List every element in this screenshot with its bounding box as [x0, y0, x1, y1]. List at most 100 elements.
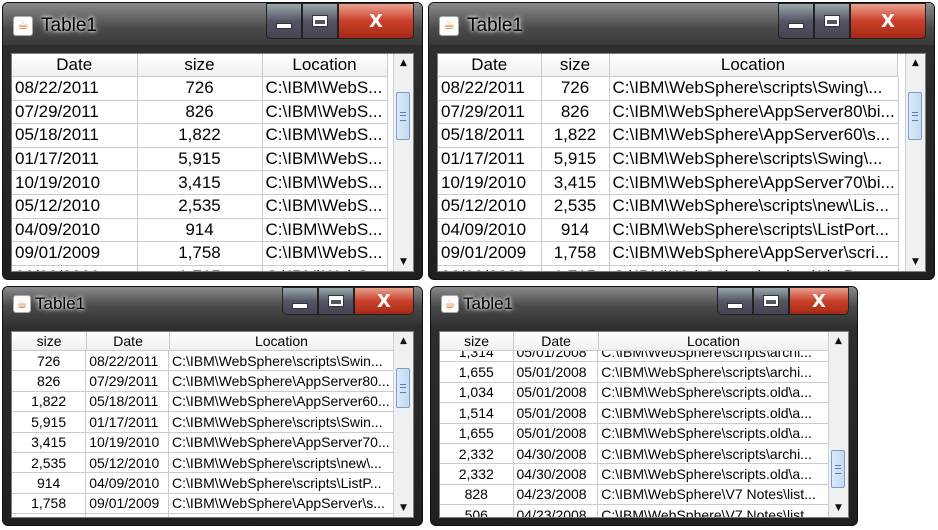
close-button[interactable]: X	[850, 3, 926, 39]
cell-date[interactable]: 05/01/2008	[513, 351, 599, 363]
table-row[interactable]: 1,514 05/01/2008 C:\IBM\WebSphere\scripts.…	[440, 402, 829, 424]
cell-date[interactable]: 08/22/2011	[85, 351, 169, 372]
cell-size[interactable]: 506	[440, 504, 514, 517]
arrow-up-icon[interactable]: ▲	[394, 332, 413, 350]
minimize-button[interactable]	[717, 287, 753, 315]
column-header-size[interactable]: size	[137, 54, 263, 77]
scroll-thumb[interactable]	[396, 92, 410, 140]
table-row[interactable]: 05/18/2011 1,822 C:\IBM\WebSphere\AppServe…	[438, 123, 899, 148]
cell-location[interactable]: C:\IBM\WebSphere\scripts\archi...	[597, 443, 829, 465]
column-header-location[interactable]: Location	[262, 54, 388, 77]
cell-location[interactable]: C:\IBM\WebSphere\V7 Notes\list...	[597, 504, 829, 517]
table-row[interactable]: 2,332 04/30/2008 C:\IBM\WebSphere\scripts\…	[440, 443, 829, 465]
cell-location[interactable]: C:\IBM\WebS...	[262, 77, 388, 101]
cell-date[interactable]: 05/18/2011	[85, 391, 169, 413]
table-row[interactable]: 726 08/22/2011 C:\IBM\WebSphere\scripts\Sw…	[12, 351, 394, 372]
cell-location[interactable]: C:\IBM\WebSphere\V7 Notes\list...	[597, 484, 829, 506]
table-viewport[interactable]: 1,314 05/01/2008 C:\IBM\WebSphere\scripts\…	[440, 351, 829, 517]
cell-size[interactable]: 3,415	[541, 170, 610, 195]
cell-date[interactable]: 07/29/2011	[85, 370, 169, 392]
table-viewport[interactable]: 726 08/22/2011 C:\IBM\WebSphere\scripts\Sw…	[12, 351, 394, 517]
cell-size[interactable]: 1,655	[440, 361, 514, 383]
table-row[interactable]: 826 07/29/2011 C:\IBM\WebSphere\AppServer8…	[12, 370, 394, 392]
arrow-down-icon[interactable]: ▼	[906, 253, 925, 271]
cell-location[interactable]: C:\IBM\WebSphere\AppServer70\bi...	[609, 170, 899, 195]
cell-size[interactable]: 1,034	[440, 382, 514, 404]
cell-location[interactable]: C:\IBM\WebS...	[262, 218, 388, 243]
vertical-scrollbar[interactable]: ▲ ▼	[828, 332, 848, 517]
arrow-down-icon[interactable]: ▼	[394, 499, 413, 517]
cell-size[interactable]: 2,535	[541, 194, 610, 219]
table-row[interactable]: 1,655 05/01/2008 C:\IBM\WebSphere\scripts\…	[440, 361, 829, 383]
table-row[interactable]: 05/18/2011 1,822 C:\IBM\WebS...	[12, 123, 388, 148]
cell-size[interactable]: 1,822	[12, 391, 87, 413]
cell-size[interactable]: 726	[12, 351, 87, 372]
cell-location[interactable]: C:\IBM\WebSphere\AppServer70...	[168, 432, 394, 453]
scroll-thumb[interactable]	[908, 92, 922, 140]
cell-size[interactable]: 826	[137, 100, 263, 125]
cell-size[interactable]: 1,314	[440, 351, 514, 363]
cell-size[interactable]: 2,535	[12, 452, 87, 474]
title-bar[interactable]: ☕ Table1 X	[3, 3, 422, 45]
cell-date[interactable]: 09/01/2009	[438, 241, 542, 266]
cell-date[interactable]: 07/29/2011	[12, 100, 138, 125]
table-row[interactable]: 05/12/2010 2,535 C:\IBM\WebSphere\scripts\…	[438, 194, 899, 219]
arrow-up-icon[interactable]: ▲	[829, 332, 848, 350]
cell-location[interactable]: C:\IBM\WebSphere\scripts\Swin...	[168, 351, 394, 372]
close-button[interactable]: X	[789, 287, 849, 315]
column-header-location[interactable]: Location	[598, 332, 829, 351]
cell-location[interactable]: C:\IBM\WebS...	[262, 265, 388, 271]
cell-location[interactable]: C:\IBM\WebSphere\AppServer\scri...	[609, 241, 899, 266]
cell-date[interactable]: 10/19/2010	[12, 170, 138, 195]
table-row[interactable]: 09/01/2009 1,758 C:\IBM\WebS...	[12, 241, 388, 266]
scroll-thumb[interactable]	[396, 368, 410, 408]
cell-date[interactable]: 08/22/2011	[438, 77, 542, 101]
cell-location[interactable]: C:\IBM\WebSphere\scripts\Swing\...	[609, 147, 899, 172]
cell-size[interactable]: 3,415	[137, 170, 263, 195]
cell-date[interactable]: 05/12/2010	[438, 194, 542, 219]
table-row[interactable]: 07/29/2011 826 C:\IBM\WebSphere\AppServer8…	[438, 100, 899, 125]
cell-location[interactable]: C:\IBM\WebSphere\AppServer80...	[168, 370, 394, 392]
column-header-size[interactable]: size	[12, 332, 88, 351]
cell-date[interactable]: 01/17/2011	[85, 411, 169, 433]
title-bar[interactable]: ☕ Table1 X	[429, 3, 934, 45]
cell-location[interactable]: C:\IBM\WebSphere\scripts\archi...	[597, 351, 829, 363]
cell-size[interactable]: 828	[440, 484, 514, 506]
cell-size[interactable]: 914	[12, 472, 87, 494]
cell-location[interactable]: C:\IBM\WebS...	[262, 241, 388, 266]
cell-location[interactable]: C:\IBM\WebSphere\scripts\ListP...	[168, 513, 394, 517]
cell-location[interactable]: C:\IBM\WebS...	[262, 123, 388, 148]
table-row[interactable]: 04/09/2010 914 C:\IBM\WebS...	[12, 218, 388, 243]
cell-size[interactable]: 3,415	[12, 432, 87, 453]
close-button[interactable]: X	[354, 287, 414, 315]
table-row[interactable]: 1,822 05/18/2011 C:\IBM\WebSphere\AppServe…	[12, 391, 394, 413]
cell-size[interactable]: 726	[137, 77, 263, 101]
column-header-size[interactable]: size	[440, 332, 515, 351]
close-button[interactable]: X	[338, 3, 414, 39]
cell-date[interactable]: 01/17/2011	[438, 147, 542, 172]
cell-size[interactable]: 1,715	[541, 265, 610, 271]
title-bar[interactable]: ☕ Table1 X	[431, 287, 857, 319]
cell-size[interactable]: 2,332	[440, 463, 514, 485]
vertical-scrollbar[interactable]: ▲ ▼	[393, 54, 413, 271]
column-header-date[interactable]: Date	[86, 332, 170, 351]
cell-size[interactable]: 826	[541, 100, 610, 125]
cell-date[interactable]: 05/01/2008	[513, 361, 599, 383]
cell-location[interactable]: C:\IBM\WebSphere\AppServer60...	[168, 391, 394, 413]
arrow-down-icon[interactable]: ▼	[829, 499, 848, 517]
cell-date[interactable]: 09/01/2009	[85, 493, 169, 515]
arrow-up-icon[interactable]: ▲	[906, 54, 925, 72]
table-row[interactable]: 10/19/2010 3,415 C:\IBM\WebS...	[12, 170, 388, 195]
table-row[interactable]: 01/17/2011 5,915 C:\IBM\WebSphere\scripts\…	[438, 147, 899, 172]
cell-size[interactable]: 1,758	[137, 241, 263, 266]
column-header-date[interactable]: Date	[438, 54, 542, 77]
scroll-thumb[interactable]	[831, 450, 845, 488]
cell-date[interactable]: 05/12/2010	[85, 452, 169, 474]
cell-date[interactable]: 01/17/2011	[12, 147, 138, 172]
cell-location[interactable]: C:\IBM\WebSphere\scripts\ListP...	[168, 472, 394, 494]
cell-size[interactable]: 5,915	[541, 147, 610, 172]
table-viewport[interactable]: 08/22/2011 726 C:\IBM\WebSphere\scripts\Sw…	[438, 77, 906, 271]
table-row[interactable]: 06/22/20091,715C:\IBM\WebSphere\scripts\…	[438, 265, 899, 271]
table-row[interactable]: 506 04/23/2008 C:\IBM\WebSphere\V7 Notes\l…	[440, 504, 829, 517]
table-row[interactable]: 3,415 10/19/2010 C:\IBM\WebSphere\AppServe…	[12, 432, 394, 453]
